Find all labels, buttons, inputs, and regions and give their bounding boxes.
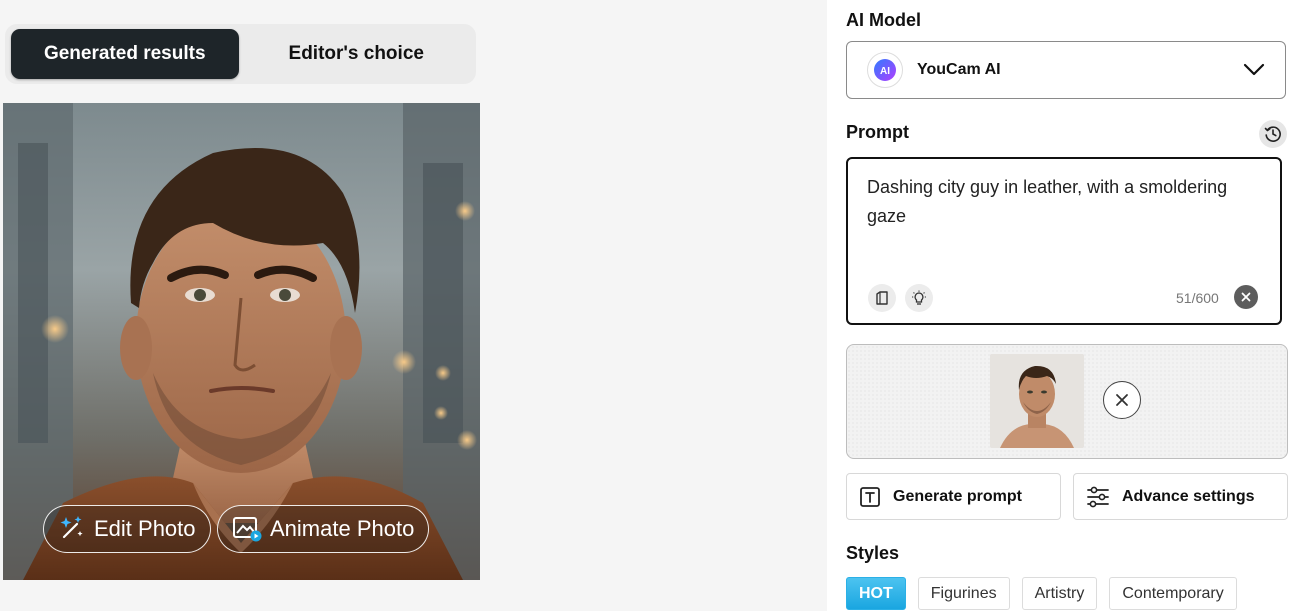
sliders-icon: [1087, 486, 1109, 507]
history-clock-icon: [1264, 126, 1281, 142]
tab-generated-results[interactable]: Generated results: [11, 29, 239, 79]
style-chip-figurines[interactable]: Figurines: [917, 577, 1010, 610]
ai-model-heading: AI Model: [846, 10, 921, 30]
prompt-template-button[interactable]: [868, 284, 896, 312]
ai-model-dropdown[interactable]: AI YouCam AI: [846, 41, 1286, 99]
edit-photo-label: Edit Photo: [94, 516, 196, 541]
style-chip-contemporary[interactable]: Contemporary: [1109, 577, 1237, 610]
youcam-ai-logo: AI: [867, 52, 903, 88]
chevron-down-icon: [1243, 63, 1265, 76]
prompt-textarea[interactable]: Dashing city guy in leather, with a smol…: [846, 157, 1282, 325]
advance-settings-label: Advance settings: [1122, 487, 1255, 505]
generate-prompt-button[interactable]: Generate prompt: [846, 473, 1061, 520]
reference-image-thumbnail: [990, 354, 1084, 448]
style-chip-row: HOT Figurines Artistry Contemporary: [846, 577, 1237, 610]
generate-prompt-label: Generate prompt: [893, 487, 1022, 505]
prompt-text[interactable]: Dashing city guy in leather, with a smol…: [867, 173, 1262, 231]
model-name: YouCam AI: [917, 61, 1001, 78]
results-tab-bar: Generated results Editor's choice: [5, 24, 476, 84]
advance-settings-button[interactable]: Advance settings: [1073, 473, 1288, 520]
settings-panel: AI Model AI YouCam AI Prompt Dashing cit…: [827, 0, 1289, 611]
sparkle-wand-icon: [60, 516, 83, 539]
styles-heading: Styles: [846, 543, 900, 563]
prompt-template-icon: [876, 291, 888, 305]
close-icon: [1116, 394, 1128, 406]
edit-photo-button[interactable]: Edit Photo: [43, 505, 211, 553]
reference-image-area[interactable]: [846, 344, 1288, 459]
animate-photo-label: Animate Photo: [270, 516, 415, 541]
character-counter: 51/600: [1176, 290, 1219, 306]
tab-editors-choice[interactable]: Editor's choice: [243, 29, 471, 79]
style-chip-hot[interactable]: HOT: [846, 577, 906, 610]
lightbulb-icon: [912, 290, 926, 305]
style-chip-artistry[interactable]: Artistry: [1021, 577, 1098, 610]
prompt-idea-button[interactable]: [905, 284, 933, 312]
remove-reference-button[interactable]: [1103, 381, 1141, 419]
close-icon: [1241, 292, 1251, 302]
prompt-heading: Prompt: [846, 122, 909, 142]
prompt-history-button[interactable]: [1259, 120, 1287, 148]
text-t-icon: [860, 486, 880, 507]
generated-image[interactable]: Edit Photo Animate Photo: [3, 103, 480, 580]
clear-prompt-button[interactable]: [1234, 285, 1258, 309]
svg-text:AI: AI: [880, 66, 890, 77]
animate-photo-button[interactable]: Animate Photo: [217, 505, 430, 553]
animate-photo-icon: [233, 517, 262, 542]
